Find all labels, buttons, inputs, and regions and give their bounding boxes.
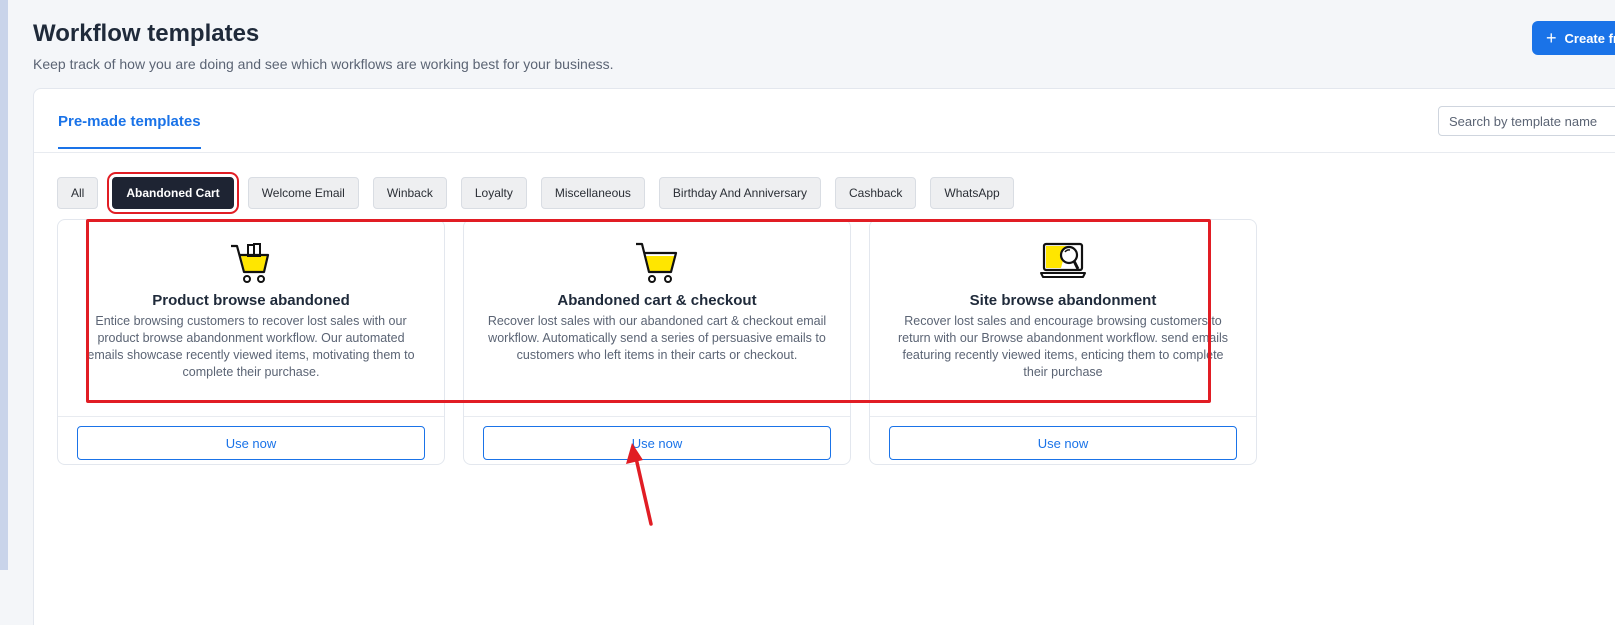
template-search-input[interactable] xyxy=(1438,106,1615,136)
template-card-site-browse-abandonment: Site browse abandonment Recover lost sal… xyxy=(869,219,1257,465)
filter-all[interactable]: All xyxy=(57,177,99,209)
shopping-cart-icon xyxy=(636,242,678,283)
card-description: Recover lost sales with our abandoned ca… xyxy=(487,314,827,362)
card-title: Product browse abandoned xyxy=(152,292,350,309)
template-cards: Product browse abandoned Entice browsing… xyxy=(57,219,1257,465)
filter-welcome-email[interactable]: Welcome Email xyxy=(247,177,359,209)
card-divider xyxy=(464,416,850,417)
template-card-abandoned-cart-checkout: Abandoned cart & checkout Recover lost s… xyxy=(463,219,851,465)
filter-winback[interactable]: Winback xyxy=(372,177,447,209)
tab-pre-made-templates[interactable]: Pre-made templates xyxy=(58,113,201,149)
use-now-button[interactable]: Use now xyxy=(889,426,1237,460)
category-filters: All Abandoned Cart Welcome Email Winback… xyxy=(57,177,1014,209)
left-sidebar-edge xyxy=(0,0,8,570)
shopping-bags-cart-icon xyxy=(231,243,270,283)
plus-icon: + xyxy=(1546,28,1557,48)
card-title: Abandoned cart & checkout xyxy=(557,292,757,309)
card-divider xyxy=(58,416,444,417)
create-from-scratch-button[interactable]: + Create fr xyxy=(1532,21,1615,55)
create-button-label: Create fr xyxy=(1564,30,1615,46)
tab-bar: Pre-made templates xyxy=(34,89,1615,153)
filter-miscellaneous[interactable]: Miscellaneous xyxy=(540,177,645,209)
page-subtitle: Keep track of how you are doing and see … xyxy=(33,56,614,72)
filter-cashback[interactable]: Cashback xyxy=(835,177,917,209)
card-divider xyxy=(870,416,1256,417)
use-now-button[interactable]: Use now xyxy=(77,426,425,460)
templates-panel: Pre-made templates All Abandoned Cart We… xyxy=(33,88,1615,625)
filter-birthday-and-anniversary[interactable]: Birthday And Anniversary xyxy=(658,177,821,209)
filter-loyalty[interactable]: Loyalty xyxy=(460,177,527,209)
template-card-product-browse-abandoned: Product browse abandoned Entice browsing… xyxy=(57,219,445,465)
page-title: Workflow templates xyxy=(33,20,260,47)
filter-whatsapp[interactable]: WhatsApp xyxy=(930,177,1014,209)
card-description: Entice browsing customers to recover los… xyxy=(87,314,415,379)
card-description: Recover lost sales and encourage browsin… xyxy=(897,314,1229,379)
card-title: Site browse abandonment xyxy=(969,292,1157,309)
laptop-magnifier-icon xyxy=(1040,242,1086,278)
filter-abandoned-cart[interactable]: Abandoned Cart xyxy=(112,177,234,209)
use-now-button[interactable]: Use now xyxy=(483,426,831,460)
